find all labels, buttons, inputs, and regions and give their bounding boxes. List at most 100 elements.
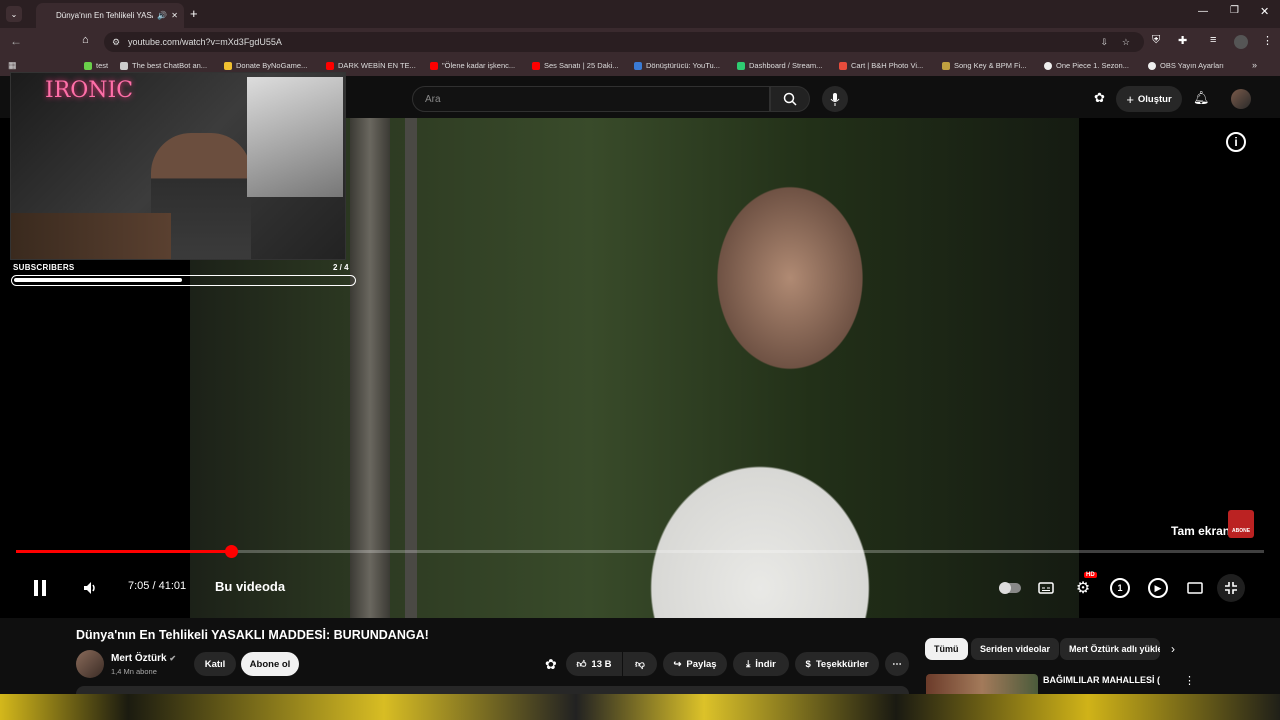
notifications-icon[interactable]: 🔔︎: [1193, 90, 1210, 106]
bookmark-item[interactable]: test: [84, 61, 108, 70]
subscribe-button[interactable]: Abone ol: [241, 652, 299, 676]
chip-label: Tümü: [934, 644, 959, 654]
verified-icon: ✔: [169, 654, 177, 663]
back-icon[interactable]: ←: [10, 34, 22, 48]
account-avatar[interactable]: [1231, 89, 1251, 109]
bookmark-item[interactable]: DARK WEBİN EN TE...: [326, 61, 416, 70]
chip-series[interactable]: Seriden videolar: [971, 638, 1060, 660]
install-icon[interactable]: ⇩: [1100, 37, 1108, 48]
reading-list-icon[interactable]: ≡: [1210, 34, 1216, 46]
voice-search-button[interactable]: [822, 86, 848, 112]
thumbs-up-icon: 👍︎: [576, 659, 587, 670]
shield-icon[interactable]: ⛨: [1152, 34, 1160, 47]
thumbs-down-icon: 👎︎: [635, 659, 645, 670]
active-tab[interactable]: Dünya'nın En Tehlikeli YASAKLI 🔊 ✕: [36, 3, 184, 28]
bookmark-item[interactable]: The best ChatBot an...: [120, 61, 207, 70]
progress-bar[interactable]: [16, 545, 1264, 558]
autoplay-toggle[interactable]: [996, 574, 1024, 602]
bookmark-icon: [839, 61, 847, 70]
restore-button[interactable]: ❐: [1230, 5, 1239, 16]
search-button[interactable]: [770, 86, 810, 112]
theater-mode-button[interactable]: [1181, 574, 1209, 602]
captions-button[interactable]: [1032, 574, 1060, 602]
chevron-right-icon[interactable]: ›: [1171, 642, 1175, 656]
bookmark-item[interactable]: Donate ByNoGame...: [224, 61, 307, 70]
home-icon[interactable]: ⌂: [82, 34, 89, 46]
bookmark-item[interactable]: Ses Sanatı | 25 Daki...: [532, 61, 619, 70]
volume-icon: [84, 582, 95, 594]
tab-title: Dünya'nın En Tehlikeli YASAKLI: [56, 11, 153, 20]
dislike-button[interactable]: 👎︎: [623, 652, 657, 676]
youtube-icon: [532, 61, 540, 70]
extension-play-button[interactable]: ▶: [1144, 574, 1172, 602]
channel-name[interactable]: Mert Öztürk ✔: [111, 653, 176, 664]
share-icon: ↪: [673, 658, 682, 670]
site-info-icon[interactable]: ⚙: [112, 37, 120, 48]
tab-close-icon[interactable]: ✕: [171, 11, 178, 20]
create-button[interactable]: + Oluştur: [1116, 86, 1182, 112]
address-bar-row: ← ⌂ ⚙ youtube.com/watch?v=mXd3FgdU55A ⇩ …: [0, 28, 1280, 56]
download-button[interactable]: ⤓ İndir: [733, 652, 789, 676]
bookmark-item[interactable]: Cart | B&H Photo Vi...: [839, 61, 923, 70]
bookmark-star-icon[interactable]: ☆: [1122, 37, 1130, 48]
bookmark-item[interactable]: Dashboard / Stream...: [737, 61, 822, 70]
more-actions-button[interactable]: ⋯: [885, 652, 909, 676]
bookmark-icon: [737, 61, 745, 70]
thanks-button[interactable]: $ Teşekkürler: [795, 652, 879, 676]
scrubber-handle[interactable]: [224, 545, 238, 558]
youtube-icon: [430, 61, 438, 70]
tab-list-button[interactable]: ⌄: [6, 6, 22, 22]
more-bookmarks-icon[interactable]: »: [1252, 60, 1257, 70]
pole-graphic: [350, 118, 390, 618]
url-field[interactable]: ⚙ youtube.com/watch?v=mXd3FgdU55A ⇩ ☆: [104, 32, 1144, 52]
progress-played: [16, 550, 231, 553]
bookmark-item[interactable]: Song Key & BPM Fi...: [942, 61, 1027, 70]
profile-avatar[interactable]: [1234, 35, 1248, 49]
play-badge-icon: ▶: [1148, 578, 1168, 598]
more-icon: ⋯: [892, 658, 902, 670]
bookmark-item[interactable]: One Piece 1. Sezon...: [1044, 61, 1129, 70]
bookmark-item[interactable]: "Ölene kadar işkenc...: [430, 61, 515, 70]
bookmark-item[interactable]: Dönüştürücü: YouTu...: [634, 61, 720, 70]
pause-button[interactable]: [26, 574, 54, 602]
bookmark-label: test: [96, 61, 109, 70]
subscribers-goal-label: SUBSCRIBERS: [13, 263, 75, 272]
time-display: 7:05 / 41:01: [128, 580, 187, 592]
bookmark-item[interactable]: OBS Yayın Ayarları: [1148, 61, 1224, 70]
chip-channel-uploads[interactable]: Mert Öztürk adlı yükle: [1060, 638, 1160, 660]
bookmark-icon: [1148, 61, 1156, 70]
bookmark-icon: [942, 61, 950, 70]
chapter-button[interactable]: Bu videoda: [215, 579, 285, 594]
search-input[interactable]: Ara: [412, 86, 770, 112]
bookmark-label: Ses Sanatı | 25 Daki...: [544, 61, 619, 70]
search-icon: [783, 92, 797, 106]
recommended-title[interactable]: BAĞIMLILAR MAHALLESİ (: [1043, 674, 1173, 686]
share-button[interactable]: ↪ Paylaş: [663, 652, 727, 676]
browser-tab-bar: ⌄ Dünya'nın En Tehlikeli YASAKLI 🔊 ✕ + —…: [0, 0, 1280, 28]
subscribe-watermark[interactable]: ABONE: [1228, 510, 1254, 538]
extension-icon[interactable]: ✿: [1094, 90, 1105, 106]
join-button[interactable]: Katıl: [194, 652, 236, 676]
menu-icon[interactable]: ⋮: [1262, 34, 1273, 47]
info-icon[interactable]: i: [1226, 132, 1246, 152]
extension-shield-button[interactable]: 1: [1106, 574, 1134, 602]
video-title: Dünya'nın En Tehlikeli YASAKLI MADDESİ: …: [76, 628, 429, 642]
bookmark-label: One Piece 1. Sezon...: [1056, 61, 1129, 70]
channel-avatar[interactable]: [76, 650, 104, 678]
new-tab-button[interactable]: +: [190, 6, 198, 21]
chip-label: Seriden videolar: [980, 644, 1051, 654]
search-placeholder: Ara: [425, 93, 441, 105]
download-icon: ⤓: [746, 658, 751, 670]
volume-button[interactable]: [76, 574, 104, 602]
extensions-icon[interactable]: ✚: [1178, 34, 1187, 47]
like-button[interactable]: 👍︎ 13 B: [566, 652, 622, 676]
settings-button[interactable]: ⚙ HD: [1069, 572, 1097, 602]
minimize-button[interactable]: —: [1198, 6, 1208, 17]
audio-icon[interactable]: 🔊: [157, 11, 167, 20]
recommended-more-icon[interactable]: ⋮: [1184, 674, 1195, 687]
fullscreen-button[interactable]: [1217, 574, 1245, 602]
apps-icon[interactable]: ▦: [8, 60, 17, 71]
close-window-button[interactable]: ✕: [1260, 5, 1269, 18]
extension-icon[interactable]: ✿: [545, 656, 557, 673]
chip-all[interactable]: Tümü: [925, 638, 968, 660]
